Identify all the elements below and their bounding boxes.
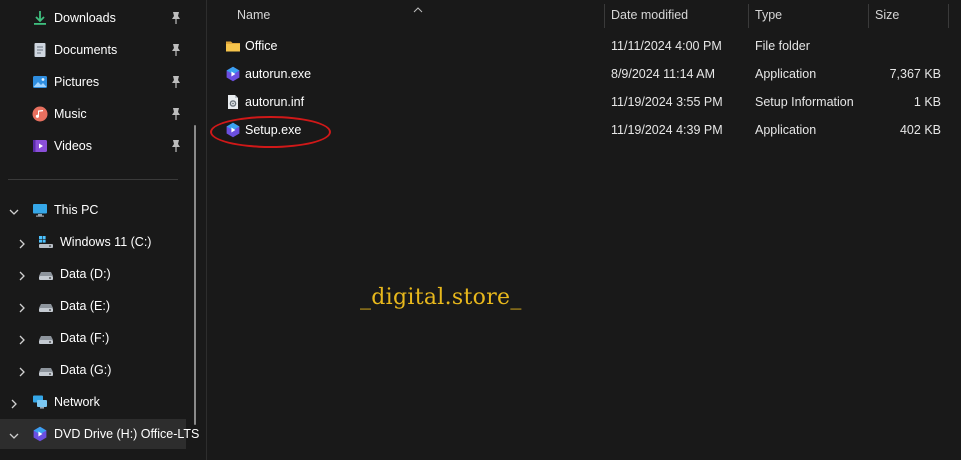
drive-icon	[38, 362, 54, 378]
download-icon	[32, 10, 48, 26]
file-date: 11/19/2024 4:39 PM	[611, 123, 723, 137]
sidebar-item-label: Downloads	[54, 11, 116, 25]
column-divider[interactable]	[948, 4, 949, 28]
navigation-pane: Downloads Documents Pictures Music Video…	[0, 0, 199, 460]
pin-icon[interactable]	[170, 11, 182, 25]
sidebar-item-drive-f[interactable]: Data (F:)	[38, 323, 109, 353]
chevron-right-icon[interactable]	[17, 238, 27, 249]
file-name: Office	[245, 39, 278, 53]
settings-file-icon	[225, 94, 241, 110]
pin-icon[interactable]	[170, 107, 182, 121]
drive-icon	[38, 266, 54, 282]
sidebar-item-this-pc[interactable]: This PC	[32, 195, 98, 225]
file-date: 8/9/2024 11:14 AM	[611, 67, 716, 81]
sidebar-item-label: Network	[54, 395, 100, 409]
sidebar-item-label: Windows 11 (C:)	[60, 235, 152, 249]
sidebar-item-drive-c[interactable]: Windows 11 (C:)	[38, 227, 151, 257]
file-size: 1 KB	[913, 95, 941, 109]
pin-icon[interactable]	[170, 139, 182, 153]
sidebar-item-downloads[interactable]: Downloads	[32, 3, 116, 33]
file-name: autorun.inf	[245, 95, 305, 109]
sidebar-item-label: Data (D:)	[60, 267, 111, 281]
file-list: Name Date modified Type Size Office 11/1…	[207, 0, 961, 460]
sidebar-item-drive-e[interactable]: Data (E:)	[38, 291, 110, 321]
sidebar-item-label: DVD Drive (H:) Office-LTS	[54, 427, 200, 441]
dvd-office-icon	[32, 426, 48, 442]
column-header-type[interactable]: Type	[755, 0, 867, 30]
chevron-right-icon[interactable]	[17, 302, 27, 313]
documents-icon	[32, 42, 48, 58]
column-header-date-modified[interactable]: Date modified	[611, 0, 747, 30]
sidebar-scrollbar[interactable]	[194, 125, 196, 425]
sidebar-item-label: Videos	[54, 139, 92, 153]
drive-icon	[38, 330, 54, 346]
file-type: File folder	[755, 39, 810, 53]
column-divider[interactable]	[604, 4, 605, 28]
sidebar-divider	[8, 179, 178, 180]
sidebar-item-label: Data (G:)	[60, 363, 112, 377]
sidebar-item-label: Data (E:)	[60, 299, 111, 313]
chevron-right-icon[interactable]	[17, 334, 27, 345]
music-icon	[32, 106, 48, 122]
pictures-icon	[32, 74, 48, 90]
videos-icon	[32, 138, 48, 154]
sidebar-item-music[interactable]: Music	[32, 99, 87, 129]
file-date: 11/19/2024 3:55 PM	[611, 95, 723, 109]
file-date: 11/11/2024 4:00 PM	[611, 39, 722, 53]
sidebar-item-network[interactable]: Network	[32, 387, 100, 417]
file-size: 7,367 KB	[889, 67, 941, 81]
file-row-office[interactable]: Office 11/11/2024 4:00 PM File folder	[207, 32, 961, 60]
file-type: Application	[755, 123, 817, 137]
drive-icon	[38, 298, 54, 314]
highlight-oval	[210, 116, 331, 148]
file-name: autorun.exe	[245, 67, 312, 81]
file-type: Application	[755, 67, 817, 81]
sidebar-item-dvd-drive[interactable]: DVD Drive (H:) Office-LTS	[32, 419, 199, 449]
sidebar-item-pictures[interactable]: Pictures	[32, 67, 99, 97]
chevron-down-icon[interactable]	[9, 206, 19, 216]
sidebar-item-drive-g[interactable]: Data (G:)	[38, 355, 111, 385]
chevron-right-icon[interactable]	[17, 270, 27, 281]
chevron-right-icon[interactable]	[9, 398, 19, 409]
file-size: 402 KB	[899, 123, 941, 137]
sidebar-item-drive-d[interactable]: Data (D:)	[38, 259, 111, 289]
network-icon	[32, 394, 48, 410]
pin-icon[interactable]	[170, 75, 182, 89]
sidebar-item-label: Pictures	[54, 75, 100, 89]
monitor-icon	[32, 202, 48, 218]
folder-icon	[225, 38, 241, 54]
watermark-text: _digital.store_	[360, 285, 522, 310]
file-type: Setup Information	[755, 95, 854, 109]
file-row-autorun-inf[interactable]: autorun.inf 11/19/2024 3:55 PM Setup Inf…	[207, 88, 961, 116]
sidebar-item-documents[interactable]: Documents	[32, 35, 117, 65]
app-icon	[225, 66, 241, 82]
sidebar-item-label: This PC	[54, 203, 99, 217]
column-divider[interactable]	[748, 4, 749, 28]
chevron-down-icon[interactable]	[9, 430, 19, 440]
pin-icon[interactable]	[170, 43, 182, 57]
file-row-autorun-exe[interactable]: autorun.exe 8/9/2024 11:14 AM Applicatio…	[207, 60, 961, 88]
sidebar-item-label: Documents	[54, 43, 118, 57]
column-header-name[interactable]: Name	[237, 0, 597, 30]
sidebar-item-label: Music	[54, 107, 87, 121]
column-divider[interactable]	[868, 4, 869, 28]
sidebar-item-videos[interactable]: Videos	[32, 131, 92, 161]
sidebar-item-label: Data (F:)	[60, 331, 110, 345]
column-header-size[interactable]: Size	[875, 0, 947, 30]
chevron-right-icon[interactable]	[17, 366, 27, 377]
windows-drive-icon	[38, 234, 54, 250]
